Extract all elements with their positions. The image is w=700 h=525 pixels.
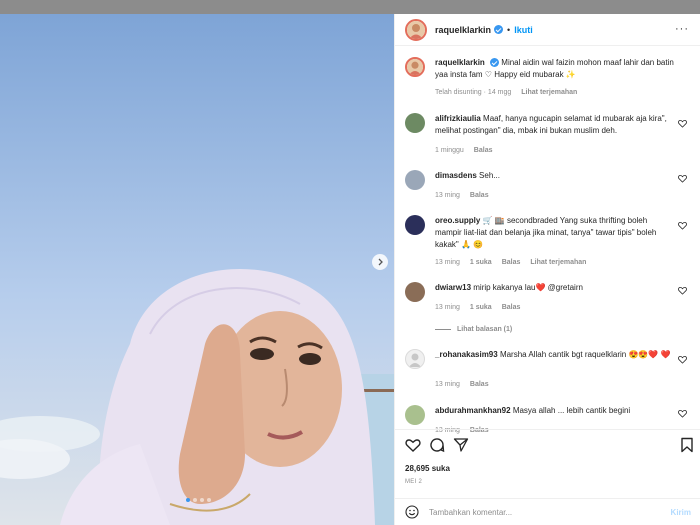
comment-time: 1 minggu <box>435 147 464 154</box>
comment-like-count[interactable]: 1 suka <box>470 259 492 266</box>
reply-button[interactable]: Balas <box>502 304 521 311</box>
heart-icon[interactable] <box>405 437 421 453</box>
post-side-panel: raquelklarkin • Ikuti ··· raquelklarkin … <box>394 14 700 525</box>
post-date: MEI 2 <box>405 479 423 485</box>
reply-button[interactable]: Balas <box>474 147 493 154</box>
commenter-avatar[interactable] <box>405 405 425 425</box>
avatar-image <box>407 20 425 39</box>
post-actions <box>405 437 695 457</box>
emoji-icon[interactable] <box>405 505 419 519</box>
bookmark-icon[interactable] <box>679 437 695 453</box>
reply-button[interactable]: Balas <box>502 259 521 266</box>
view-replies-button[interactable]: Lihat balasan (1) <box>435 326 512 333</box>
author-username[interactable]: raquelklarkin <box>435 25 491 35</box>
caption-text-block: raquelklarkin Minal aidin wal faizin moh… <box>435 57 675 81</box>
comment-text-block: _rohanakasim93 Marsha Allah cantik bgt r… <box>435 349 675 361</box>
see-translation-link[interactable]: Lihat terjemahan <box>521 89 577 96</box>
verified-icon <box>490 58 500 68</box>
comment-composer: Tambahkan komentar... Kirim <box>395 499 700 525</box>
comment-text: Marsha Allah cantik bgt raquelklarin 😍😍❤… <box>499 350 671 359</box>
comment-icon[interactable] <box>429 437 445 453</box>
comment-text-block: dimasdens Seh... <box>435 170 675 182</box>
caption-meta: Telah disunting · 14 mgg Lihat terjemaha… <box>435 89 577 96</box>
comment-time: 13 ming <box>435 381 460 388</box>
heart-icon[interactable] <box>678 409 687 418</box>
replies-line <box>435 329 451 330</box>
next-photo-button[interactable] <box>372 254 388 270</box>
comment-text: mirip kakanya lau❤️ @gretairn <box>473 283 583 292</box>
like-count[interactable]: 28,695 suka <box>405 464 450 473</box>
comment-time: 13 ming <box>435 304 460 311</box>
carousel-dot <box>193 498 197 502</box>
comments-list[interactable]: raquelklarkin Minal aidin wal faizin moh… <box>395 45 700 445</box>
heart-icon[interactable] <box>678 119 687 128</box>
verified-icon <box>494 25 504 34</box>
view-replies-label: Lihat balasan (1) <box>457 326 513 333</box>
commenter-avatar[interactable] <box>405 282 425 302</box>
author-avatar[interactable] <box>405 57 425 77</box>
caption-edited: Telah disunting · 14 mgg <box>435 89 512 96</box>
comment-meta: 13 ming Balas <box>435 381 489 388</box>
post-photo[interactable] <box>0 14 394 525</box>
comment-text-block: alifrizkiaulia Maaf, hanya ngucapin sela… <box>435 113 675 137</box>
author-avatar[interactable] <box>405 18 427 41</box>
heart-icon[interactable] <box>678 174 687 183</box>
commenter-avatar[interactable] <box>405 349 425 369</box>
comment-username[interactable]: oreo.supply <box>435 216 480 225</box>
share-icon[interactable] <box>453 437 469 453</box>
avatar-image <box>407 59 423 75</box>
comment-meta: 13 ming Balas <box>435 192 489 199</box>
comment-username[interactable]: alifrizkiaulia <box>435 114 481 123</box>
comment-meta: 13 ming 1 suka Balas <box>435 304 520 311</box>
caption-username[interactable]: raquelklarkin <box>435 58 485 67</box>
carousel-indicator <box>186 498 211 502</box>
heart-icon[interactable] <box>678 221 687 230</box>
carousel-dot <box>186 498 190 502</box>
separator-dot: • <box>507 24 511 35</box>
comment-text: Masya allah ... lebih cantik begini <box>512 406 631 415</box>
comment-like-count[interactable]: 1 suka <box>470 304 492 311</box>
carousel-dot <box>200 498 204 502</box>
carousel-dot <box>207 498 211 502</box>
heart-icon[interactable] <box>678 355 687 364</box>
default-avatar-icon <box>409 353 421 367</box>
post-header: raquelklarkin • Ikuti ··· <box>395 14 700 45</box>
comment-username[interactable]: dimasdens <box>435 171 477 180</box>
send-button[interactable]: Kirim <box>671 508 691 517</box>
comment-username[interactable]: abdurahmankhan92 <box>435 406 511 415</box>
reply-button[interactable]: Balas <box>470 192 489 199</box>
commenter-avatar[interactable] <box>405 113 425 133</box>
commenter-avatar[interactable] <box>405 215 425 235</box>
comment-time: 13 ming <box>435 259 460 266</box>
comment-text: Seh... <box>479 171 500 180</box>
post-modal: raquelklarkin • Ikuti ··· raquelklarkin … <box>0 14 700 525</box>
comment-meta: 13 ming 1 suka Balas Lihat terjemahan <box>435 259 586 266</box>
follow-button[interactable]: Ikuti <box>514 25 533 35</box>
see-translation-link[interactable]: Lihat terjemahan <box>530 259 586 266</box>
commenter-avatar[interactable] <box>405 170 425 190</box>
comment-text-block: oreo.supply 🛒 🏬 secondbraded Yang suka t… <box>435 215 675 251</box>
comment-username[interactable]: _rohanakasim93 <box>435 350 498 359</box>
comment-time: 13 ming <box>435 192 460 199</box>
divider <box>395 429 700 430</box>
comment-username[interactable]: dwiarw13 <box>435 283 471 292</box>
heart-icon[interactable] <box>678 286 687 295</box>
comment-text-block: abdurahmankhan92 Masya allah ... lebih c… <box>435 405 675 417</box>
comment-text-block: dwiarw13 mirip kakanya lau❤️ @gretairn <box>435 282 675 294</box>
reply-button[interactable]: Balas <box>470 381 489 388</box>
chevron-right-icon <box>378 258 383 266</box>
photo-illustration <box>0 14 394 525</box>
more-options-button[interactable]: ··· <box>675 23 689 35</box>
comment-meta: 1 minggu Balas <box>435 147 492 154</box>
comment-input[interactable]: Tambahkan komentar... <box>429 508 671 517</box>
